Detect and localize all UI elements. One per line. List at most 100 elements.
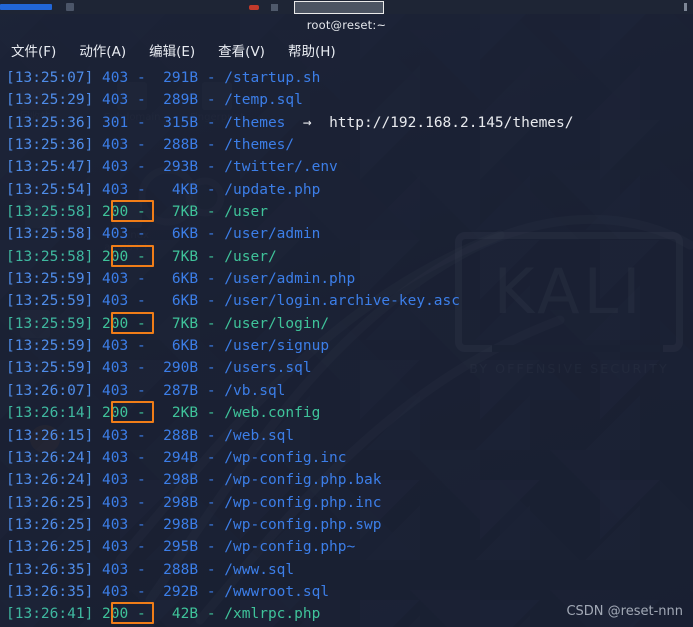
log-status-code: 403	[93, 382, 129, 399]
log-timestamp: [13:25:59]	[6, 271, 94, 288]
menu-file[interactable]: 文件(F)	[8, 39, 59, 61]
log-status-code: 403	[93, 427, 129, 444]
log-status-code: 403	[93, 70, 129, 86]
log-separator: -	[128, 561, 146, 578]
log-row: [13:25:59] 403 - 6KB - /user/login.archi…	[6, 290, 693, 312]
taskbar-app-icon[interactable]	[66, 3, 74, 11]
log-path: /web.config	[224, 405, 321, 422]
taskbar-tray-icon[interactable]	[684, 3, 687, 11]
log-separator: -	[128, 204, 146, 221]
taskbar-record-icon[interactable]	[249, 4, 259, 10]
log-size: 6KB	[145, 271, 199, 288]
log-row: [13:26:14] 200 - 2KB - /web.config	[6, 401, 693, 424]
terminal-menubar[interactable]: 文件(F) 动作(A) 编辑(E) 查看(V) 帮助(H)	[0, 36, 693, 63]
menu-actions[interactable]: 动作(A)	[76, 39, 129, 61]
log-path: /startup.sh	[224, 70, 321, 86]
log-redirect-url: http://192.168.2.145/themes/	[329, 114, 574, 131]
log-timestamp: [13:26:25]	[6, 539, 94, 556]
taskbar-active-window-button[interactable]	[294, 0, 384, 14]
log-row: [13:26:25] 403 - 298B - /wp-config.php.s…	[6, 514, 693, 536]
log-row: [13:25:54] 403 - 4KB - /update.php	[6, 179, 693, 201]
log-separator: -	[128, 449, 146, 466]
screen: 回收站 Subdomain Fingerprint 文件系统 KaliLinux…	[0, 0, 693, 627]
log-timestamp: [13:26:25]	[6, 494, 94, 511]
log-size: 7KB	[145, 248, 199, 265]
log-timestamp: [13:26:15]	[6, 427, 94, 444]
log-separator-2: -	[198, 472, 225, 489]
log-separator-2: -	[198, 561, 225, 578]
log-size: 4KB	[145, 181, 199, 198]
csdn-watermark: CSDN @reset-nnn	[566, 604, 683, 619]
log-separator-2: -	[198, 181, 225, 198]
log-timestamp: [13:25:59]	[6, 293, 94, 310]
log-size: 315B	[145, 114, 199, 131]
log-row: [13:25:29] 403 - 289B - /temp.sql	[6, 89, 693, 111]
taskbar[interactable]	[0, 0, 693, 14]
log-status-code: 403	[93, 583, 129, 600]
log-separator-2: -	[198, 606, 225, 623]
log-timestamp: [13:25:36]	[6, 114, 94, 131]
taskbar-start-icon[interactable]	[0, 4, 52, 10]
log-row: [13:25:58] 200 - 7KB - /user/	[6, 244, 693, 268]
log-separator: -	[128, 516, 146, 533]
log-separator-2: -	[198, 360, 225, 377]
log-status-code: 403	[93, 539, 129, 556]
log-separator: -	[128, 137, 146, 154]
log-timestamp: [13:25:59]	[6, 360, 94, 377]
log-separator-2: -	[198, 516, 225, 533]
log-timestamp: [13:26:35]	[6, 561, 94, 578]
log-row: [13:26:35] 403 - 292B - /wwwroot.sql	[6, 581, 693, 603]
log-separator: -	[128, 92, 146, 109]
taskbar-app-icon-2[interactable]	[271, 3, 278, 11]
log-size: 295B	[145, 539, 199, 556]
log-row: [13:25:59] 403 - 6KB - /user/signup	[6, 335, 693, 357]
log-separator-2: -	[198, 137, 225, 154]
log-timestamp: [13:26:14]	[6, 405, 94, 422]
log-row: [13:26:15] 403 - 288B - /web.sql	[6, 425, 693, 447]
menu-view[interactable]: 查看(V)	[215, 39, 268, 61]
log-timestamp: [13:25:47]	[6, 159, 94, 176]
log-row: [13:25:07] 403 - 291B - /startup.sh	[6, 67, 693, 89]
log-separator: -	[128, 606, 146, 623]
log-separator: -	[128, 382, 146, 399]
log-size: 292B	[145, 583, 199, 600]
log-status-code: 403	[93, 472, 129, 489]
log-separator-2: -	[198, 494, 225, 511]
log-separator: -	[128, 271, 146, 288]
log-size: 7KB	[145, 315, 199, 332]
log-separator-2: -	[198, 226, 225, 243]
log-path: /wp-config.php~	[224, 539, 356, 556]
menu-edit[interactable]: 编辑(E)	[146, 39, 198, 61]
log-status-code: 403	[93, 137, 129, 154]
menu-help[interactable]: 帮助(H)	[285, 39, 339, 61]
log-timestamp: [13:25:54]	[6, 181, 94, 198]
log-timestamp: [13:26:25]	[6, 516, 94, 533]
log-separator-2: -	[198, 293, 225, 310]
log-separator-2: -	[198, 315, 225, 332]
terminal-titlebar[interactable]: root@reset:~	[0, 14, 693, 36]
log-separator-2: -	[198, 204, 225, 221]
log-size: 291B	[145, 70, 199, 86]
log-path: /user/login.archive-key.asc	[224, 293, 460, 310]
log-status-code: 403	[93, 516, 129, 533]
log-timestamp: [13:26:07]	[6, 382, 94, 399]
log-path: /twitter/.env	[224, 159, 338, 176]
log-path: /user/	[224, 248, 277, 265]
log-separator-2: -	[198, 539, 225, 556]
log-size: 289B	[145, 92, 199, 109]
log-status-code: 403	[93, 226, 129, 243]
log-size: 7KB	[145, 204, 199, 221]
log-timestamp: [13:25:36]	[6, 137, 94, 154]
log-size: 298B	[145, 494, 199, 511]
terminal-output[interactable]: [13:25:07] 403 - 291B - /startup.sh [13:2…	[0, 63, 693, 626]
log-path: /wp-config.php.bak	[224, 472, 382, 489]
log-row: [13:25:36] 301 - 315B - /themes → http:/…	[6, 112, 693, 134]
log-size: 6KB	[145, 293, 199, 310]
log-row: [13:25:47] 403 - 293B - /twitter/.env	[6, 156, 693, 178]
terminal-window: root@reset:~ 文件(F) 动作(A) 编辑(E) 查看(V) 帮助(…	[0, 14, 693, 627]
log-timestamp: [13:25:59]	[6, 315, 94, 332]
log-row: [13:26:25] 403 - 295B - /wp-config.php~	[6, 536, 693, 558]
log-size: 287B	[145, 382, 199, 399]
log-row: [13:25:59] 403 - 290B - /users.sql	[6, 357, 693, 379]
log-size: 290B	[145, 360, 199, 377]
